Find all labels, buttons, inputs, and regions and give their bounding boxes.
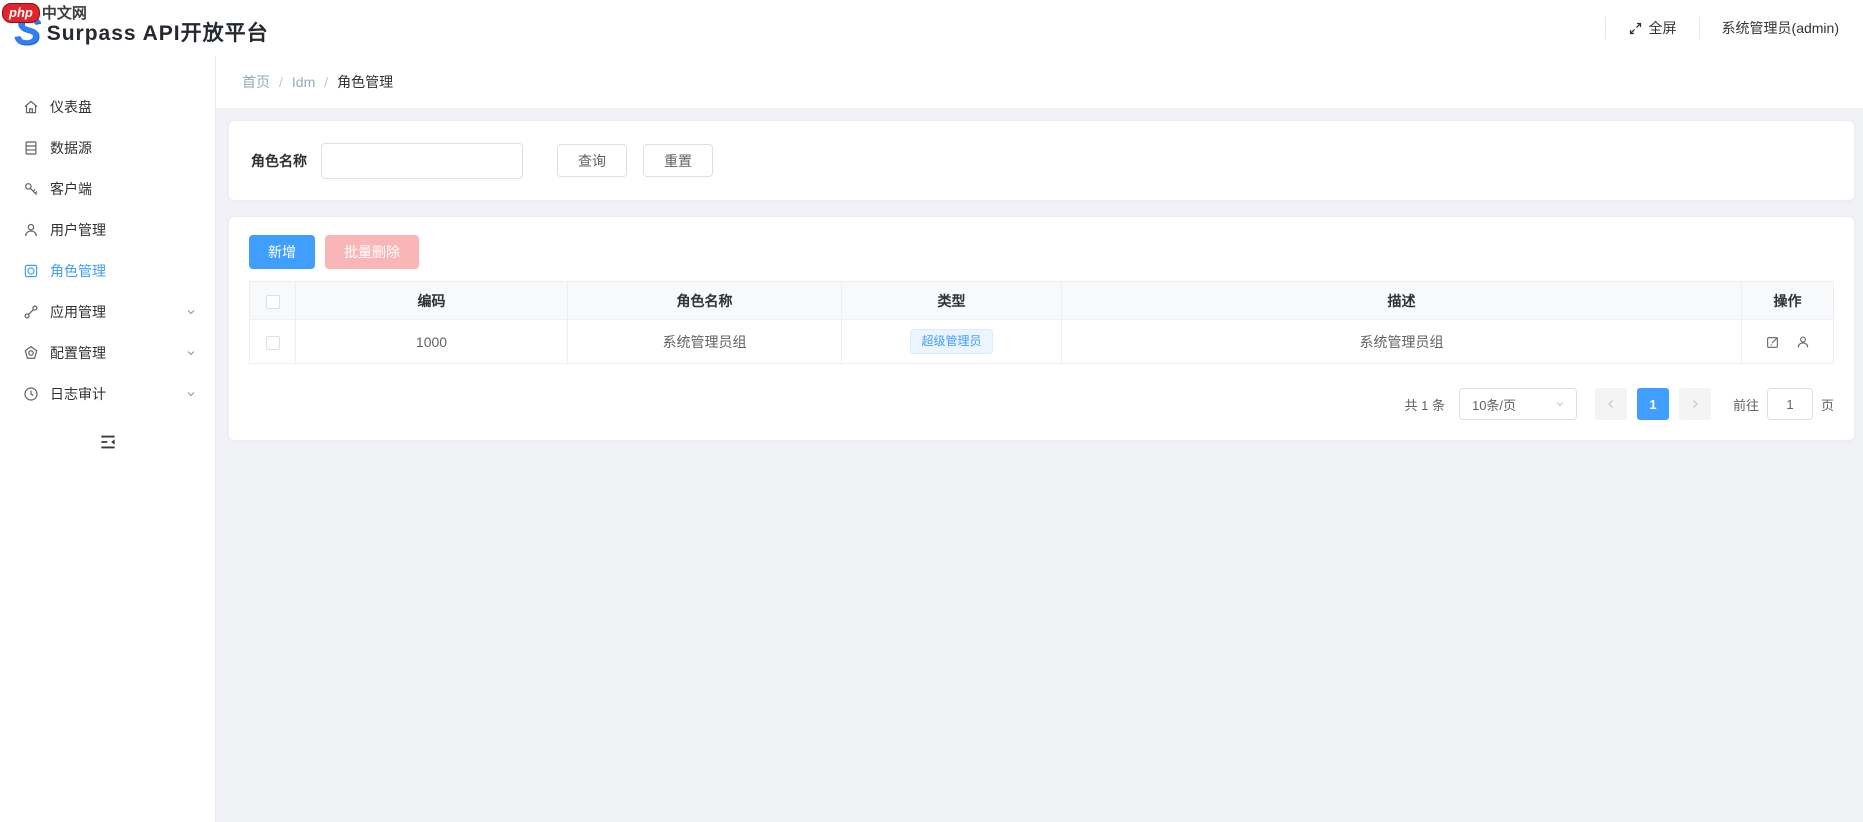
goto-label: 前往 bbox=[1732, 397, 1759, 413]
breadcrumb-current: 角色管理 bbox=[337, 74, 394, 90]
select-all-checkbox[interactable] bbox=[265, 294, 280, 309]
sidebar-collapse-button[interactable] bbox=[0, 432, 215, 455]
add-button[interactable]: 新增 bbox=[249, 235, 315, 269]
row-description-cell: 系统管理员组 bbox=[1061, 319, 1742, 364]
fullscreen-label: 全屏 bbox=[1648, 20, 1677, 36]
search-panel: 角色名称 查询 重置 bbox=[228, 120, 1855, 201]
reset-button[interactable]: 重置 bbox=[643, 144, 713, 177]
query-button[interactable]: 查询 bbox=[557, 144, 627, 177]
sidebar-item-dashboard[interactable]: 仪表盘 bbox=[0, 86, 215, 127]
sidebar-item-label: 配置管理 bbox=[50, 344, 106, 361]
sidebar-item-roles[interactable]: 角色管理 bbox=[0, 250, 215, 291]
sidebar-item-logs[interactable]: 日志审计 bbox=[0, 373, 215, 414]
key-icon bbox=[22, 180, 40, 198]
watermark-text: 中文网 bbox=[41, 5, 87, 22]
divider bbox=[1604, 17, 1606, 39]
breadcrumb-home[interactable]: 首页 bbox=[242, 72, 270, 92]
chevron-down-icon bbox=[1554, 398, 1566, 410]
header-right: 全屏 系统管理员(admin) bbox=[1583, 0, 1843, 56]
column-header-description: 描述 bbox=[1061, 281, 1742, 320]
dashboard-icon bbox=[22, 98, 40, 116]
role-type-tag: 超级管理员 bbox=[910, 329, 993, 354]
collapse-fold-icon bbox=[98, 432, 118, 455]
settings-icon bbox=[22, 344, 40, 362]
breadcrumb-separator: / bbox=[279, 74, 283, 90]
sidebar-item-label: 用户管理 bbox=[50, 221, 106, 238]
sidebar-item-apps[interactable]: 应用管理 bbox=[0, 291, 215, 332]
table-row: 1000 系统管理员组 超级管理员 系统管理员组 bbox=[249, 319, 1834, 364]
page-number-button[interactable]: 1 bbox=[1636, 388, 1669, 420]
user-icon bbox=[22, 221, 40, 239]
sidebar-item-datasource[interactable]: 数据源 bbox=[0, 127, 215, 168]
fullscreen-icon bbox=[1628, 21, 1643, 36]
row-name-cell: 系统管理员组 bbox=[567, 319, 842, 364]
breadcrumb-idm[interactable]: Idm bbox=[292, 74, 315, 90]
breadcrumb-separator: / bbox=[324, 74, 329, 90]
row-code-cell: 1000 bbox=[295, 319, 568, 364]
page-size-value: 10条/页 bbox=[1471, 397, 1517, 413]
sidebar-item-config[interactable]: 配置管理 bbox=[0, 332, 215, 373]
assign-user-icon[interactable] bbox=[1795, 334, 1811, 350]
role-name-label: 角色名称 bbox=[251, 152, 307, 169]
sidebar-item-client[interactable]: 客户端 bbox=[0, 168, 215, 209]
php-logo-icon: php bbox=[2, 2, 40, 23]
table-header-row: 编码 角色名称 类型 描述 操作 bbox=[249, 281, 1834, 320]
page-suffix-label: 页 bbox=[1820, 397, 1834, 413]
top-header: S Surpass API开放平台 全屏 系统管理员(admin) bbox=[0, 0, 1863, 56]
role-name-input[interactable] bbox=[321, 142, 523, 179]
goto-page-input[interactable] bbox=[1766, 388, 1813, 420]
sidebar-item-label: 仪表盘 bbox=[50, 98, 92, 115]
content-body: 角色名称 查询 重置 新增 批量删除 编码 角色名称 类型 描述 操作 1000… bbox=[216, 108, 1863, 822]
select-all-header bbox=[249, 281, 296, 320]
fullscreen-button[interactable]: 全屏 bbox=[1628, 18, 1677, 38]
clock-icon bbox=[22, 385, 40, 403]
app-link-icon bbox=[22, 303, 40, 321]
datasource-icon bbox=[22, 139, 40, 157]
page-size-select[interactable]: 10条/页 bbox=[1458, 388, 1577, 420]
pagination-total: 共 1 条 bbox=[1404, 397, 1445, 413]
sidebar: 仪表盘 数据源 客户端 用户管理 角色管理 应用管理 配置管理 日志审计 bbox=[0, 56, 216, 822]
sidebar-item-label: 客户端 bbox=[50, 180, 92, 197]
divider bbox=[1698, 17, 1700, 39]
sidebar-item-label: 数据源 bbox=[50, 139, 92, 156]
roles-table: 编码 角色名称 类型 描述 操作 1000 系统管理员组 超级管理员 系统管理员… bbox=[249, 281, 1834, 364]
sidebar-item-label: 应用管理 bbox=[50, 303, 106, 320]
php-cn-watermark: php 中文网 bbox=[2, 2, 87, 23]
content-area: 首页 / Idm / 角色管理 角色名称 查询 重置 新增 批量删除 编码 角色… bbox=[216, 56, 1863, 822]
edit-icon[interactable] bbox=[1765, 334, 1781, 350]
prev-page-button[interactable] bbox=[1594, 388, 1627, 420]
app-root: S Surpass API开放平台 全屏 系统管理员(admin) 仪表盘 数据… bbox=[0, 0, 1863, 822]
column-header-name: 角色名称 bbox=[567, 281, 842, 320]
row-checkbox[interactable] bbox=[265, 335, 280, 350]
sidebar-item-label: 日志审计 bbox=[50, 385, 106, 402]
column-header-type: 类型 bbox=[841, 281, 1062, 320]
column-header-code: 编码 bbox=[295, 281, 568, 320]
table-toolbar: 新增 批量删除 bbox=[249, 235, 1834, 269]
row-select-cell bbox=[249, 319, 296, 364]
chevron-down-icon bbox=[185, 388, 197, 400]
sidebar-item-label: 角色管理 bbox=[50, 262, 106, 279]
chevron-down-icon bbox=[185, 306, 197, 318]
role-icon bbox=[22, 262, 40, 280]
column-header-actions: 操作 bbox=[1741, 281, 1834, 320]
user-menu[interactable]: 系统管理员(admin) bbox=[1722, 18, 1843, 38]
row-actions-cell bbox=[1741, 319, 1834, 364]
row-type-cell: 超级管理员 bbox=[841, 319, 1062, 364]
chevron-down-icon bbox=[185, 347, 197, 359]
next-page-button[interactable] bbox=[1678, 388, 1711, 420]
breadcrumb: 首页 / Idm / 角色管理 bbox=[216, 56, 1863, 108]
pagination: 共 1 条 10条/页 1 前往 1 页 bbox=[249, 388, 1834, 420]
table-panel: 新增 批量删除 编码 角色名称 类型 描述 操作 1000 系统管理员组 超级管… bbox=[228, 216, 1855, 441]
batch-delete-button[interactable]: 批量删除 bbox=[325, 235, 419, 269]
sidebar-item-users[interactable]: 用户管理 bbox=[0, 209, 215, 250]
